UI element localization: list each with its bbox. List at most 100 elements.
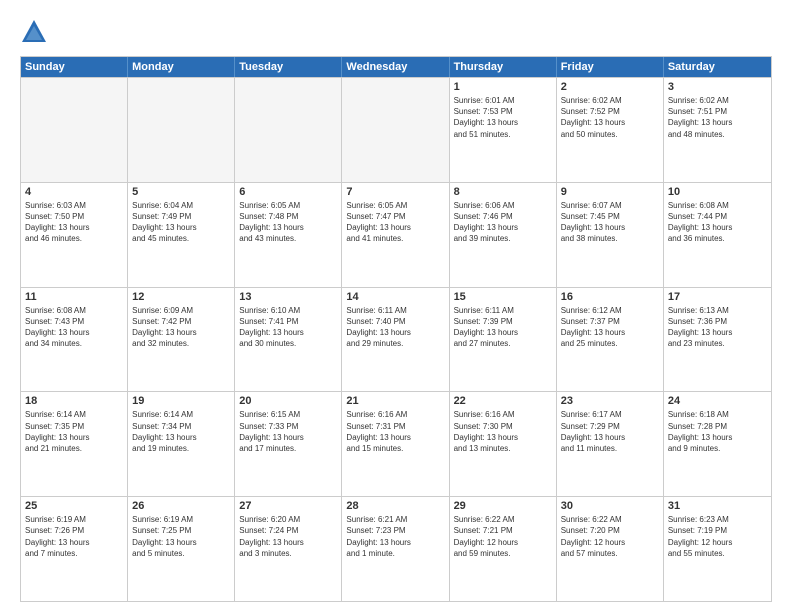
calendar-cell: 8 Sunrise: 6:06 AM Sunset: 7:46 PM Daylig… bbox=[450, 183, 557, 287]
calendar-cell: 10Sunrise: 6:08 AM Sunset: 7:44 PM Dayli… bbox=[664, 183, 771, 287]
day-number: 4 bbox=[25, 186, 123, 198]
calendar-cell: 5 Sunrise: 6:04 AM Sunset: 7:49 PM Daylig… bbox=[128, 183, 235, 287]
calendar-row-1: 1Sunrise: 6:01 AM Sunset: 7:53 PM Daylig… bbox=[21, 77, 771, 182]
cell-info-text: Sunrise: 6:11 AM Sunset: 7:40 PM Dayligh… bbox=[346, 305, 444, 350]
calendar-cell: 20 Sunrise: 6:15 AM Sunset: 7:33 PM Dayli… bbox=[235, 392, 342, 496]
calendar-row-4: 18 Sunrise: 6:14 AM Sunset: 7:35 PM Dayli… bbox=[21, 391, 771, 496]
day-number: 18 bbox=[25, 395, 123, 407]
calendar-row-2: 4Sunrise: 6:03 AM Sunset: 7:50 PM Daylig… bbox=[21, 182, 771, 287]
cell-info-text: Sunrise: 6:14 AM Sunset: 7:35 PM Dayligh… bbox=[25, 409, 123, 454]
calendar-cell: 25 Sunrise: 6:19 AM Sunset: 7:26 PM Dayli… bbox=[21, 497, 128, 601]
day-number: 8 bbox=[454, 186, 552, 198]
day-number: 17 bbox=[668, 291, 767, 303]
header-day-friday: Friday bbox=[557, 57, 664, 77]
cell-info-text: Sunrise: 6:22 AM Sunset: 7:20 PM Dayligh… bbox=[561, 514, 659, 559]
calendar-cell: 22 Sunrise: 6:16 AM Sunset: 7:30 PM Dayli… bbox=[450, 392, 557, 496]
calendar-cell: 15Sunrise: 6:11 AM Sunset: 7:39 PM Dayli… bbox=[450, 288, 557, 392]
calendar-cell: 3 Sunrise: 6:02 AM Sunset: 7:51 PM Daylig… bbox=[664, 78, 771, 182]
calendar-cell: 27 Sunrise: 6:20 AM Sunset: 7:24 PM Dayli… bbox=[235, 497, 342, 601]
header-day-wednesday: Wednesday bbox=[342, 57, 449, 77]
cell-info-text: Sunrise: 6:17 AM Sunset: 7:29 PM Dayligh… bbox=[561, 409, 659, 454]
day-number: 19 bbox=[132, 395, 230, 407]
calendar-cell: 19 Sunrise: 6:14 AM Sunset: 7:34 PM Dayli… bbox=[128, 392, 235, 496]
day-number: 25 bbox=[25, 500, 123, 512]
cell-info-text: Sunrise: 6:22 AM Sunset: 7:21 PM Dayligh… bbox=[454, 514, 552, 559]
calendar-cell bbox=[21, 78, 128, 182]
cell-info-text: Sunrise: 6:19 AM Sunset: 7:25 PM Dayligh… bbox=[132, 514, 230, 559]
header-day-sunday: Sunday bbox=[21, 57, 128, 77]
cell-info-text: Sunrise: 6:21 AM Sunset: 7:23 PM Dayligh… bbox=[346, 514, 444, 559]
cell-info-text: Sunrise: 6:06 AM Sunset: 7:46 PM Dayligh… bbox=[454, 200, 552, 245]
calendar: SundayMondayTuesdayWednesdayThursdayFrid… bbox=[20, 56, 772, 602]
calendar-cell: 31 Sunrise: 6:23 AM Sunset: 7:19 PM Dayli… bbox=[664, 497, 771, 601]
day-number: 21 bbox=[346, 395, 444, 407]
calendar-cell: 14 Sunrise: 6:11 AM Sunset: 7:40 PM Dayli… bbox=[342, 288, 449, 392]
cell-info-text: Sunrise: 6:23 AM Sunset: 7:19 PM Dayligh… bbox=[668, 514, 767, 559]
day-number: 22 bbox=[454, 395, 552, 407]
calendar-cell bbox=[235, 78, 342, 182]
day-number: 27 bbox=[239, 500, 337, 512]
calendar-cell bbox=[342, 78, 449, 182]
cell-info-text: Sunrise: 6:05 AM Sunset: 7:48 PM Dayligh… bbox=[239, 200, 337, 245]
calendar-cell: 1Sunrise: 6:01 AM Sunset: 7:53 PM Daylig… bbox=[450, 78, 557, 182]
calendar-cell: 9 Sunrise: 6:07 AM Sunset: 7:45 PM Daylig… bbox=[557, 183, 664, 287]
calendar-cell: 26 Sunrise: 6:19 AM Sunset: 7:25 PM Dayli… bbox=[128, 497, 235, 601]
cell-info-text: Sunrise: 6:10 AM Sunset: 7:41 PM Dayligh… bbox=[239, 305, 337, 350]
calendar-cell: 24Sunrise: 6:18 AM Sunset: 7:28 PM Dayli… bbox=[664, 392, 771, 496]
day-number: 9 bbox=[561, 186, 659, 198]
header bbox=[20, 18, 772, 46]
logo-icon bbox=[20, 18, 48, 46]
calendar-cell: 18 Sunrise: 6:14 AM Sunset: 7:35 PM Dayli… bbox=[21, 392, 128, 496]
day-number: 2 bbox=[561, 81, 659, 93]
day-number: 12 bbox=[132, 291, 230, 303]
cell-info-text: Sunrise: 6:02 AM Sunset: 7:51 PM Dayligh… bbox=[668, 95, 767, 140]
day-number: 23 bbox=[561, 395, 659, 407]
day-number: 30 bbox=[561, 500, 659, 512]
header-day-thursday: Thursday bbox=[450, 57, 557, 77]
cell-info-text: Sunrise: 6:11 AM Sunset: 7:39 PM Dayligh… bbox=[454, 305, 552, 350]
calendar-cell: 17 Sunrise: 6:13 AM Sunset: 7:36 PM Dayli… bbox=[664, 288, 771, 392]
day-number: 31 bbox=[668, 500, 767, 512]
day-number: 6 bbox=[239, 186, 337, 198]
calendar-body: 1Sunrise: 6:01 AM Sunset: 7:53 PM Daylig… bbox=[21, 77, 771, 601]
calendar-cell: 30 Sunrise: 6:22 AM Sunset: 7:20 PM Dayli… bbox=[557, 497, 664, 601]
calendar-cell: 21 Sunrise: 6:16 AM Sunset: 7:31 PM Dayli… bbox=[342, 392, 449, 496]
cell-info-text: Sunrise: 6:20 AM Sunset: 7:24 PM Dayligh… bbox=[239, 514, 337, 559]
calendar-row-3: 11 Sunrise: 6:08 AM Sunset: 7:43 PM Dayli… bbox=[21, 287, 771, 392]
day-number: 3 bbox=[668, 81, 767, 93]
page: SundayMondayTuesdayWednesdayThursdayFrid… bbox=[0, 0, 792, 612]
header-day-tuesday: Tuesday bbox=[235, 57, 342, 77]
day-number: 14 bbox=[346, 291, 444, 303]
cell-info-text: Sunrise: 6:15 AM Sunset: 7:33 PM Dayligh… bbox=[239, 409, 337, 454]
calendar-cell: 6 Sunrise: 6:05 AM Sunset: 7:48 PM Daylig… bbox=[235, 183, 342, 287]
day-number: 5 bbox=[132, 186, 230, 198]
cell-info-text: Sunrise: 6:19 AM Sunset: 7:26 PM Dayligh… bbox=[25, 514, 123, 559]
cell-info-text: Sunrise: 6:05 AM Sunset: 7:47 PM Dayligh… bbox=[346, 200, 444, 245]
cell-info-text: Sunrise: 6:07 AM Sunset: 7:45 PM Dayligh… bbox=[561, 200, 659, 245]
calendar-row-5: 25 Sunrise: 6:19 AM Sunset: 7:26 PM Dayli… bbox=[21, 496, 771, 601]
day-number: 7 bbox=[346, 186, 444, 198]
cell-info-text: Sunrise: 6:08 AM Sunset: 7:43 PM Dayligh… bbox=[25, 305, 123, 350]
day-number: 16 bbox=[561, 291, 659, 303]
day-number: 20 bbox=[239, 395, 337, 407]
calendar-cell: 16 Sunrise: 6:12 AM Sunset: 7:37 PM Dayli… bbox=[557, 288, 664, 392]
header-day-saturday: Saturday bbox=[664, 57, 771, 77]
cell-info-text: Sunrise: 6:13 AM Sunset: 7:36 PM Dayligh… bbox=[668, 305, 767, 350]
calendar-cell: 11 Sunrise: 6:08 AM Sunset: 7:43 PM Dayli… bbox=[21, 288, 128, 392]
cell-info-text: Sunrise: 6:01 AM Sunset: 7:53 PM Dayligh… bbox=[454, 95, 552, 140]
day-number: 13 bbox=[239, 291, 337, 303]
day-number: 26 bbox=[132, 500, 230, 512]
cell-info-text: Sunrise: 6:02 AM Sunset: 7:52 PM Dayligh… bbox=[561, 95, 659, 140]
cell-info-text: Sunrise: 6:14 AM Sunset: 7:34 PM Dayligh… bbox=[132, 409, 230, 454]
calendar-cell: 28Sunrise: 6:21 AM Sunset: 7:23 PM Dayli… bbox=[342, 497, 449, 601]
cell-info-text: Sunrise: 6:16 AM Sunset: 7:31 PM Dayligh… bbox=[346, 409, 444, 454]
day-number: 29 bbox=[454, 500, 552, 512]
cell-info-text: Sunrise: 6:12 AM Sunset: 7:37 PM Dayligh… bbox=[561, 305, 659, 350]
calendar-cell: 4Sunrise: 6:03 AM Sunset: 7:50 PM Daylig… bbox=[21, 183, 128, 287]
calendar-cell: 13 Sunrise: 6:10 AM Sunset: 7:41 PM Dayli… bbox=[235, 288, 342, 392]
cell-info-text: Sunrise: 6:09 AM Sunset: 7:42 PM Dayligh… bbox=[132, 305, 230, 350]
cell-info-text: Sunrise: 6:16 AM Sunset: 7:30 PM Dayligh… bbox=[454, 409, 552, 454]
cell-info-text: Sunrise: 6:04 AM Sunset: 7:49 PM Dayligh… bbox=[132, 200, 230, 245]
day-number: 11 bbox=[25, 291, 123, 303]
calendar-cell bbox=[128, 78, 235, 182]
